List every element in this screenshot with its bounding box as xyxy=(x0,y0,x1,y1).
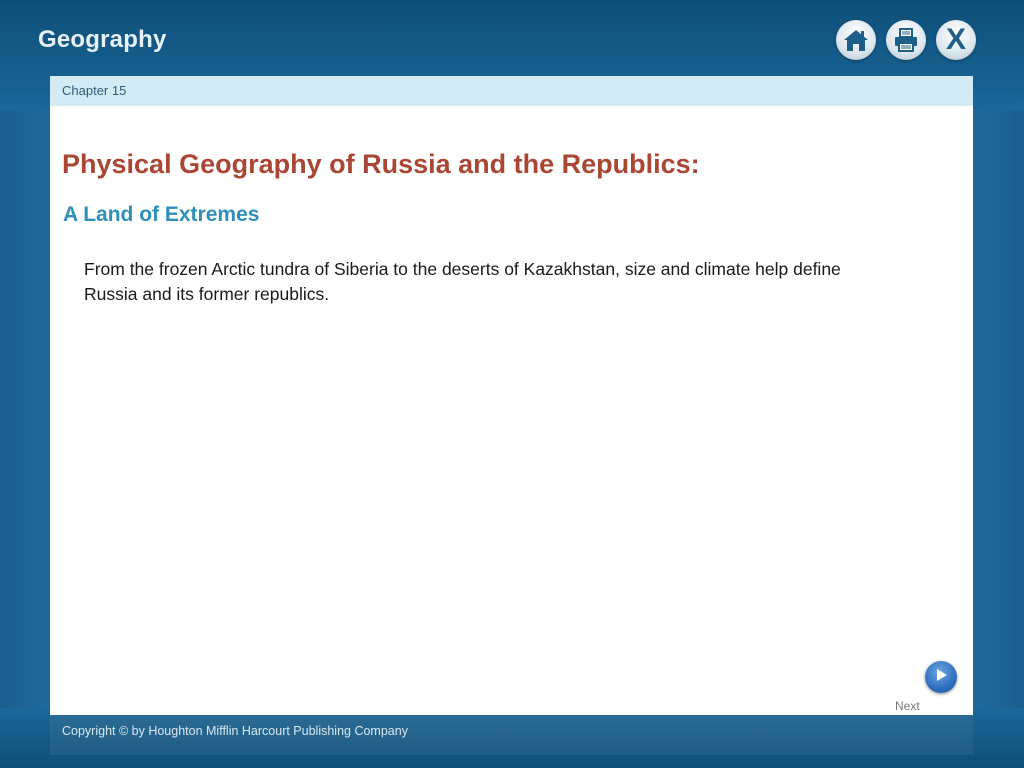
chapter-label: Chapter 15 xyxy=(62,83,127,98)
slide-title: Physical Geography of Russia and the Rep… xyxy=(62,149,700,179)
print-icon xyxy=(893,28,919,52)
print-button[interactable] xyxy=(886,20,926,60)
slide-stage: Geography X Chapter 15 Physical Geograph… xyxy=(0,0,1024,768)
play-arrow-icon xyxy=(934,668,948,687)
chapter-bar: Chapter 15 xyxy=(50,76,973,106)
next-button[interactable] xyxy=(925,661,957,693)
slide-subtitle: A Land of Extremes xyxy=(63,203,260,226)
next-label: Next xyxy=(895,699,920,713)
home-icon xyxy=(843,28,869,52)
app-title: Geography xyxy=(38,26,167,53)
body-text: From the frozen Arctic tundra of Siberia… xyxy=(84,259,841,304)
content-panel: Chapter 15 Physical Geography of Russia … xyxy=(50,76,973,715)
close-button[interactable]: X xyxy=(936,20,976,60)
close-icon: X xyxy=(945,23,966,56)
copyright-text: Copyright © by Houghton Mifflin Harcourt… xyxy=(62,724,408,738)
home-button[interactable] xyxy=(836,20,876,60)
toolbar: X xyxy=(836,20,976,60)
footer: Copyright © by Houghton Mifflin Harcourt… xyxy=(50,715,973,755)
